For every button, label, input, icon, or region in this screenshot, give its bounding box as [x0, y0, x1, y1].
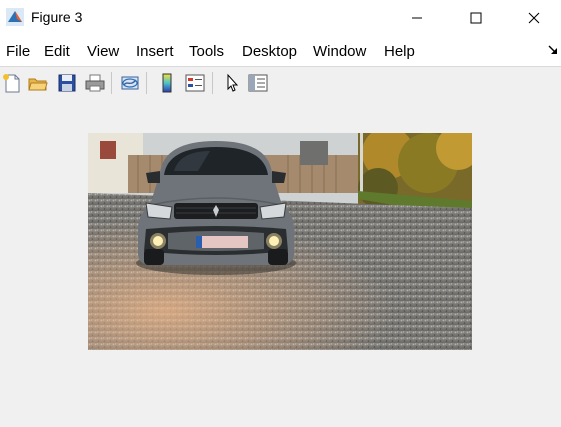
print-button[interactable]	[83, 71, 107, 95]
window-title: Figure 3	[31, 9, 83, 25]
open-file-icon	[28, 78, 48, 91]
new-figure-icon	[3, 74, 20, 93]
link-plot-icon	[121, 76, 139, 90]
matlab-logo-icon	[6, 8, 24, 26]
toolbar-separator	[212, 72, 213, 94]
menu-file[interactable]: File	[6, 43, 30, 60]
maximize-button[interactable]	[447, 0, 505, 36]
edit-plot-icon	[227, 73, 239, 92]
minimize-icon	[412, 17, 422, 19]
figure-axes[interactable]	[88, 133, 472, 350]
toolbar-separator	[111, 72, 112, 94]
figure-toolbar	[0, 67, 561, 98]
property-inspector-button[interactable]	[246, 71, 270, 95]
close-icon	[528, 12, 540, 24]
menu-insert[interactable]: Insert	[136, 43, 174, 60]
minimize-button[interactable]	[388, 0, 446, 36]
menu-help[interactable]: Help	[384, 43, 415, 60]
insert-legend-button[interactable]	[183, 71, 207, 95]
close-button[interactable]	[505, 0, 561, 36]
menu-edit[interactable]: Edit	[44, 43, 70, 60]
title-bar: Figure 3	[0, 0, 561, 36]
toolbar-separator	[146, 72, 147, 94]
menu-desktop[interactable]: Desktop	[242, 43, 297, 60]
insert-colorbar-button[interactable]	[155, 71, 179, 95]
link-plot-button[interactable]	[118, 71, 142, 95]
new-figure-button[interactable]	[0, 71, 24, 95]
insert-colorbar-icon	[162, 73, 172, 93]
menu-tools[interactable]: Tools	[189, 43, 224, 60]
menu-view[interactable]: View	[87, 43, 119, 60]
menu-window[interactable]: Window	[313, 43, 366, 60]
dock-figure-icon[interactable]	[547, 44, 559, 56]
property-inspector-icon	[248, 74, 268, 92]
save-icon	[58, 74, 76, 92]
menu-bar: File Edit View Insert Tools Desktop Wind…	[0, 36, 561, 67]
print-icon	[85, 74, 105, 92]
insert-legend-icon	[185, 74, 205, 92]
open-file-button[interactable]	[26, 71, 50, 95]
car-photo	[88, 133, 472, 350]
save-button[interactable]	[55, 71, 79, 95]
edit-plot-button[interactable]	[220, 71, 244, 95]
maximize-icon	[470, 12, 482, 24]
